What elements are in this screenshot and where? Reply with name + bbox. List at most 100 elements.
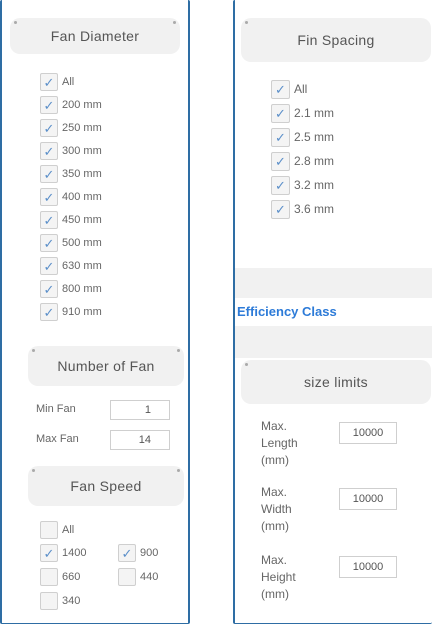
efficiency-class-link[interactable]: Efficiency Class xyxy=(237,304,337,319)
check-icon: ✓ xyxy=(43,304,55,320)
checkbox[interactable]: ✓ xyxy=(40,165,58,183)
checkbox[interactable]: ✓ xyxy=(40,96,58,114)
option-label: 800 mm xyxy=(62,283,102,295)
fin-spacing-option-all[interactable]: ✓ All xyxy=(271,78,307,100)
option-label: 450 mm xyxy=(62,214,102,226)
option-label: 300 mm xyxy=(62,145,102,157)
checkbox[interactable]: ✓ xyxy=(271,199,290,219)
efficiency-class-band xyxy=(235,326,432,358)
option-label: 660 xyxy=(62,571,81,583)
fan-diameter-option-200[interactable]: ✓ 200 mm xyxy=(40,95,102,115)
option-label: 2.5 mm xyxy=(294,130,335,144)
check-icon: ✓ xyxy=(275,177,286,193)
max-fan-input[interactable]: 14 xyxy=(110,430,170,450)
fan-speed-title: Fan Speed xyxy=(70,478,142,494)
fin-spacing-footer-band xyxy=(235,268,432,298)
check-icon: ✓ xyxy=(43,281,55,297)
option-label: 3.6 mm xyxy=(294,202,335,216)
fan-diameter-header[interactable]: Fan Diameter xyxy=(10,18,180,54)
fan-diameter-option-500[interactable]: ✓ 500 mm xyxy=(40,233,102,253)
check-icon: ✓ xyxy=(275,129,286,145)
checkbox[interactable]: ✓ xyxy=(271,127,290,147)
checkbox[interactable]: ✓ xyxy=(271,175,290,195)
checkbox[interactable]: ✓ xyxy=(271,103,290,123)
fan-diameter-option-250[interactable]: ✓ 250 mm xyxy=(40,118,102,138)
check-icon: ✓ xyxy=(275,201,286,217)
option-label: All xyxy=(62,76,75,88)
fan-diameter-option-350[interactable]: ✓ 350 mm xyxy=(40,164,102,184)
fan-diameter-title: Fan Diameter xyxy=(50,28,140,44)
fan-speed-option-1400[interactable]: ✓ 1400 xyxy=(40,543,86,563)
max-height-input[interactable]: 10000 xyxy=(339,556,397,578)
number-of-fan-header[interactable]: Number of Fan xyxy=(28,346,184,386)
checkbox[interactable]: ✓ xyxy=(40,257,58,275)
checkbox[interactable]: ✓ xyxy=(40,142,58,160)
corner-dot xyxy=(177,469,180,472)
max-height-label: Max. Height (mm) xyxy=(261,553,296,601)
corner-dot xyxy=(245,363,248,366)
check-icon: ✓ xyxy=(43,166,55,182)
size-limits-header[interactable]: size limits xyxy=(241,360,431,404)
option-label: All xyxy=(294,82,308,96)
checkbox[interactable]: ✓ xyxy=(40,234,58,252)
check-icon: ✓ xyxy=(43,120,55,136)
fan-diameter-option-400[interactable]: ✓ 400 mm xyxy=(40,187,102,207)
option-label: All xyxy=(62,524,75,536)
fin-spacing-option-3-6[interactable]: ✓ 3.6 mm xyxy=(271,198,334,220)
max-width-input[interactable]: 10000 xyxy=(339,488,397,510)
fan-speed-option-340[interactable]: 340 xyxy=(40,591,80,611)
option-label: 400 mm xyxy=(62,191,102,203)
fin-spacing-header[interactable]: Fin Spacing xyxy=(241,18,431,62)
check-icon: ✓ xyxy=(43,212,55,228)
check-icon: ✓ xyxy=(43,143,55,159)
check-icon: ✓ xyxy=(43,235,55,251)
checkbox[interactable]: ✓ xyxy=(40,188,58,206)
checkbox[interactable] xyxy=(40,521,58,539)
option-label: 250 mm xyxy=(62,122,102,134)
fan-speed-option-all[interactable]: All xyxy=(40,520,74,540)
checkbox[interactable]: ✓ xyxy=(40,119,58,137)
option-label: 910 mm xyxy=(62,306,102,318)
checkbox[interactable] xyxy=(40,592,58,610)
fin-spacing-option-2-1[interactable]: ✓ 2.1 mm xyxy=(271,102,334,124)
min-fan-input[interactable]: 1 xyxy=(110,400,170,420)
corner-dot xyxy=(32,349,35,352)
check-icon: ✓ xyxy=(43,97,55,113)
checkbox[interactable]: ✓ xyxy=(40,280,58,298)
fan-speed-option-440[interactable]: 440 xyxy=(118,567,158,587)
right-filter-panel: Fin Spacing ✓ All ✓ 2.1 mm ✓ 2.5 mm ✓ 2.8 mm… xyxy=(233,0,432,624)
fan-diameter-option-450[interactable]: ✓ 450 mm xyxy=(40,210,102,230)
fin-spacing-option-2-5[interactable]: ✓ 2.5 mm xyxy=(271,126,334,148)
fin-spacing-title: Fin Spacing xyxy=(297,32,375,48)
checkbox[interactable]: ✓ xyxy=(40,73,58,91)
fan-diameter-option-800[interactable]: ✓ 800 mm xyxy=(40,279,102,299)
checkbox[interactable] xyxy=(118,568,136,586)
checkbox[interactable]: ✓ xyxy=(40,303,58,321)
option-label: 500 mm xyxy=(62,237,102,249)
corner-dot xyxy=(245,21,248,24)
check-icon: ✓ xyxy=(121,545,133,561)
fin-spacing-option-2-8[interactable]: ✓ 2.8 mm xyxy=(271,150,334,172)
fin-spacing-option-3-2[interactable]: ✓ 3.2 mm xyxy=(271,174,334,196)
fan-diameter-option-300[interactable]: ✓ 300 mm xyxy=(40,141,102,161)
fan-speed-option-900[interactable]: ✓ 900 xyxy=(118,543,158,563)
max-fan-label: Max Fan xyxy=(36,433,79,445)
fan-speed-header[interactable]: Fan Speed xyxy=(28,466,184,506)
checkbox[interactable]: ✓ xyxy=(118,544,136,562)
fan-diameter-option-630[interactable]: ✓ 630 mm xyxy=(40,256,102,276)
checkbox[interactable]: ✓ xyxy=(271,79,290,99)
checkbox[interactable]: ✓ xyxy=(271,151,290,171)
check-icon: ✓ xyxy=(275,105,286,121)
checkbox[interactable]: ✓ xyxy=(40,211,58,229)
max-width-label: Max. Width (mm) xyxy=(261,485,292,533)
number-of-fan-title: Number of Fan xyxy=(57,358,155,374)
check-icon: ✓ xyxy=(275,81,286,97)
max-length-input[interactable]: 10000 xyxy=(339,422,397,444)
fan-diameter-option-910[interactable]: ✓ 910 mm xyxy=(40,302,102,322)
option-label: 440 xyxy=(140,571,159,583)
fan-speed-option-660[interactable]: 660 xyxy=(40,567,80,587)
fan-diameter-option-all[interactable]: ✓ All xyxy=(40,72,74,92)
checkbox[interactable] xyxy=(40,568,58,586)
check-icon: ✓ xyxy=(43,258,55,274)
checkbox[interactable]: ✓ xyxy=(40,544,58,562)
